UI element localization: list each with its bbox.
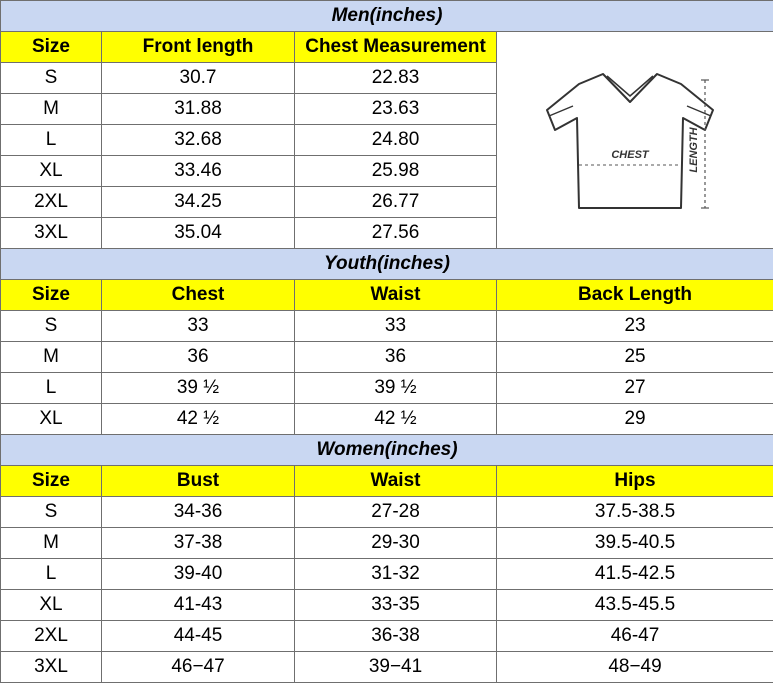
youth-cell-waist: 39 ½ xyxy=(295,373,497,404)
youth-header-size: Size xyxy=(1,280,102,311)
women-cell-hips: 46-47 xyxy=(497,621,773,652)
youth-cell-chest: 36 xyxy=(102,342,295,373)
youth-section-title: Youth(inches) xyxy=(1,249,773,280)
youth-cell-back-length: 25 xyxy=(497,342,773,373)
chest-label: CHEST xyxy=(611,149,650,161)
men-header-size: Size xyxy=(1,32,102,63)
men-section-title: Men(inches) xyxy=(1,1,773,32)
table-row: M 36 36 25 xyxy=(1,342,773,373)
women-header-bust: Bust xyxy=(102,466,295,497)
women-header-waist: Waist xyxy=(295,466,497,497)
size-chart-table: Men(inches) Size Front length Chest Meas… xyxy=(0,0,773,683)
women-cell-hips: 48−49 xyxy=(497,652,773,683)
women-cell-hips: 37.5-38.5 xyxy=(497,497,773,528)
men-cell-front-length: 30.7 xyxy=(102,63,295,94)
youth-header-chest: Chest xyxy=(102,280,295,311)
women-header-size: Size xyxy=(1,466,102,497)
men-cell-chest: 24.80 xyxy=(295,125,497,156)
women-section-title: Women(inches) xyxy=(1,435,773,466)
women-cell-hips: 43.5-45.5 xyxy=(497,590,773,621)
women-cell-hips: 41.5-42.5 xyxy=(497,559,773,590)
youth-header-back-length: Back Length xyxy=(497,280,773,311)
table-row: XL 41-43 33-35 43.5-45.5 xyxy=(1,590,773,621)
men-column-header-row: Size Front length Chest Measurement CHES… xyxy=(1,32,773,63)
youth-cell-back-length: 29 xyxy=(497,404,773,435)
women-cell-size: 3XL xyxy=(1,652,102,683)
men-cell-front-length: 35.04 xyxy=(102,218,295,249)
men-header-chest-measurement: Chest Measurement xyxy=(295,32,497,63)
women-cell-size: S xyxy=(1,497,102,528)
men-cell-size: S xyxy=(1,63,102,94)
tshirt-diagram-cell: CHEST LENGTH xyxy=(497,32,773,249)
table-row: L 39-40 31-32 41.5-42.5 xyxy=(1,559,773,590)
women-cell-waist: 29-30 xyxy=(295,528,497,559)
women-cell-bust: 44-45 xyxy=(102,621,295,652)
women-cell-waist: 36-38 xyxy=(295,621,497,652)
youth-column-header-row: Size Chest Waist Back Length xyxy=(1,280,773,311)
table-row: 2XL 44-45 36-38 46-47 xyxy=(1,621,773,652)
women-cell-waist: 31-32 xyxy=(295,559,497,590)
women-cell-size: XL xyxy=(1,590,102,621)
youth-cell-size: M xyxy=(1,342,102,373)
table-row: M 37-38 29-30 39.5-40.5 xyxy=(1,528,773,559)
men-cell-size: 2XL xyxy=(1,187,102,218)
youth-cell-chest: 39 ½ xyxy=(102,373,295,404)
women-cell-bust: 39-40 xyxy=(102,559,295,590)
women-cell-bust: 41-43 xyxy=(102,590,295,621)
youth-cell-back-length: 23 xyxy=(497,311,773,342)
women-cell-size: 2XL xyxy=(1,621,102,652)
men-cell-size: XL xyxy=(1,156,102,187)
men-cell-front-length: 33.46 xyxy=(102,156,295,187)
men-cell-chest: 26.77 xyxy=(295,187,497,218)
women-section-header-row: Women(inches) xyxy=(1,435,773,466)
men-cell-chest: 27.56 xyxy=(295,218,497,249)
table-row: 3XL 46−47 39−41 48−49 xyxy=(1,652,773,683)
youth-cell-size: L xyxy=(1,373,102,404)
men-cell-chest: 23.63 xyxy=(295,94,497,125)
youth-cell-chest: 42 ½ xyxy=(102,404,295,435)
youth-cell-waist: 33 xyxy=(295,311,497,342)
men-cell-size: M xyxy=(1,94,102,125)
tshirt-icon: CHEST LENGTH xyxy=(535,60,735,220)
women-header-hips: Hips xyxy=(497,466,773,497)
youth-cell-waist: 42 ½ xyxy=(295,404,497,435)
men-section-header-row: Men(inches) xyxy=(1,1,773,32)
youth-cell-size: S xyxy=(1,311,102,342)
youth-cell-size: XL xyxy=(1,404,102,435)
men-cell-size: 3XL xyxy=(1,218,102,249)
youth-cell-chest: 33 xyxy=(102,311,295,342)
men-header-front-length: Front length xyxy=(102,32,295,63)
women-cell-size: M xyxy=(1,528,102,559)
women-cell-waist: 33-35 xyxy=(295,590,497,621)
men-cell-front-length: 34.25 xyxy=(102,187,295,218)
men-cell-front-length: 31.88 xyxy=(102,94,295,125)
women-cell-bust: 37-38 xyxy=(102,528,295,559)
women-column-header-row: Size Bust Waist Hips xyxy=(1,466,773,497)
length-label: LENGTH xyxy=(688,126,700,172)
youth-header-waist: Waist xyxy=(295,280,497,311)
youth-cell-back-length: 27 xyxy=(497,373,773,404)
women-cell-bust: 46−47 xyxy=(102,652,295,683)
women-cell-size: L xyxy=(1,559,102,590)
table-row: L 39 ½ 39 ½ 27 xyxy=(1,373,773,404)
women-cell-hips: 39.5-40.5 xyxy=(497,528,773,559)
women-cell-waist: 39−41 xyxy=(295,652,497,683)
men-cell-chest: 25.98 xyxy=(295,156,497,187)
men-cell-size: L xyxy=(1,125,102,156)
men-cell-front-length: 32.68 xyxy=(102,125,295,156)
youth-cell-waist: 36 xyxy=(295,342,497,373)
women-cell-bust: 34-36 xyxy=(102,497,295,528)
youth-section-header-row: Youth(inches) xyxy=(1,249,773,280)
men-cell-chest: 22.83 xyxy=(295,63,497,94)
table-row: XL 42 ½ 42 ½ 29 xyxy=(1,404,773,435)
table-row: S 34-36 27-28 37.5-38.5 xyxy=(1,497,773,528)
women-cell-waist: 27-28 xyxy=(295,497,497,528)
table-row: S 33 33 23 xyxy=(1,311,773,342)
